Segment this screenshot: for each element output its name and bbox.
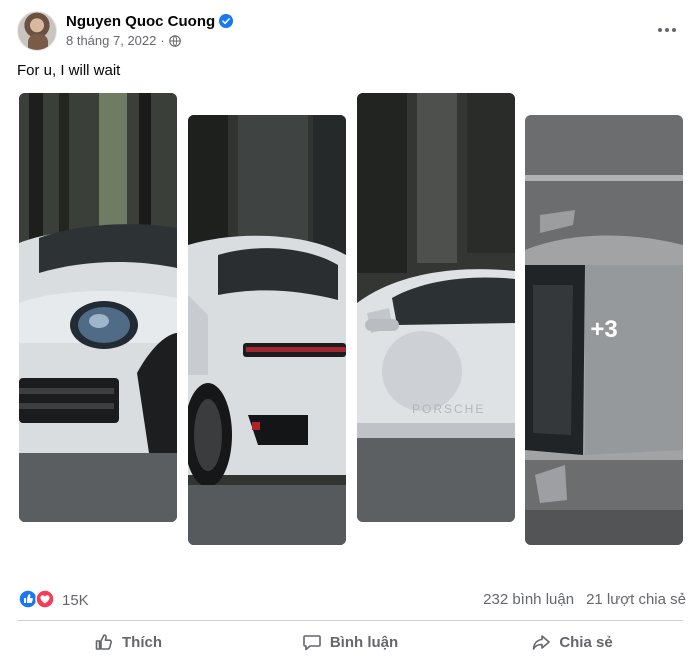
like-button[interactable]: Thích [17,624,239,660]
share-count[interactable]: 21 lượt chia sẻ [586,591,686,608]
post-date[interactable]: 8 tháng 7, 2022 [66,33,156,48]
verified-badge-icon [219,14,233,28]
post-text: For u, I will wait [17,62,121,79]
share-button[interactable]: Chia sẻ [461,624,683,660]
like-icon [18,589,38,609]
avatar[interactable] [17,11,57,51]
gallery-photo-4-more[interactable]: +3 [525,115,683,545]
comment-label: Bình luận [329,633,399,651]
gallery-photo-3[interactable]: PORSCHE [357,93,515,522]
post-meta: 8 tháng 7, 2022 · [66,33,181,48]
photo-gallery: PORSCHE +3 [0,90,700,552]
share-label: Chia sẻ [559,633,613,651]
meta-separator: · [160,33,165,48]
thumbs-up-icon [95,634,112,650]
svg-text:PORSCHE: PORSCHE [412,402,485,416]
post-stats: 232 bình luận 21 lượt chia sẻ [483,591,686,608]
like-label: Thích [122,633,162,651]
more-photos-overlay[interactable]: +3 [525,115,683,545]
share-icon [533,635,551,650]
post-header: Nguyen Quoc Cuong 8 tháng 7, 2022 · [0,0,700,60]
love-icon [35,589,55,609]
comment-icon [303,635,321,651]
more-options-icon[interactable] [650,18,684,42]
author-name[interactable]: Nguyen Quoc Cuong [66,13,215,30]
comment-button[interactable]: Bình luận [239,624,461,660]
reaction-icons[interactable] [18,589,58,609]
actions-divider [17,620,683,621]
engagement-bar: 15K 232 bình luận 21 lượt chia sẻ [0,585,700,613]
gallery-photo-2[interactable] [188,115,346,545]
comment-count[interactable]: 232 bình luận [483,591,574,608]
gallery-photo-1[interactable] [19,93,177,522]
more-photos-count: +3 [590,316,618,343]
post-actions: Thích Bình luận Chia sẻ [17,624,683,660]
globe-icon[interactable] [168,34,181,47]
reaction-count[interactable]: 15K [62,592,89,609]
